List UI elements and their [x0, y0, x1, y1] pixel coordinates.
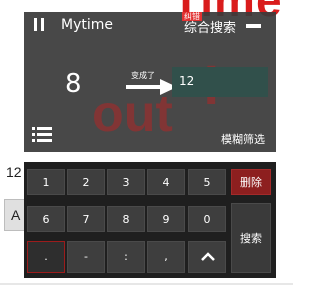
key-5[interactable]: 5 — [188, 169, 226, 195]
number-to: 12 — [179, 74, 195, 88]
search-button[interactable]: 搜索 — [231, 203, 271, 273]
fuzzy-filter-button[interactable]: 模糊筛选 — [221, 131, 265, 147]
delete-button[interactable]: 删除 — [231, 169, 271, 195]
key-7[interactable]: 7 — [67, 206, 105, 232]
key-9[interactable]: 9 — [147, 206, 185, 232]
key-dot[interactable]: . — [27, 241, 65, 273]
key-colon[interactable]: : — [107, 241, 145, 273]
key-1[interactable]: 1 — [27, 169, 65, 195]
key-0[interactable]: 0 — [188, 206, 226, 232]
app-title: Mytime — [61, 17, 113, 33]
converter-panel: out ! Mytime 纠错 综合搜索 8 变成了 12 模糊筛选 — [24, 12, 276, 152]
key-dash[interactable]: - — [67, 241, 105, 273]
collapse-keypad-button[interactable] — [188, 241, 226, 273]
chevron-up-icon — [201, 252, 215, 261]
result-box: 12 — [172, 67, 268, 97]
key-6[interactable]: 6 — [27, 206, 65, 232]
search-mode-selector[interactable]: 综合搜索 — [184, 17, 236, 36]
list-icon[interactable] — [32, 126, 52, 142]
key-8[interactable]: 8 — [107, 206, 145, 232]
key-3[interactable]: 3 — [107, 169, 145, 195]
arrow-icon — [126, 79, 177, 95]
pause-icon[interactable] — [34, 18, 44, 31]
key-comma[interactable]: , — [147, 241, 185, 273]
key-4[interactable]: 4 — [147, 169, 185, 195]
number-from: 8 — [65, 69, 82, 99]
keypad: 1 2 3 4 5 删除 6 7 8 9 0 搜索 . - : , — [24, 162, 276, 278]
minimize-icon[interactable] — [246, 24, 261, 28]
background-value: 12 — [6, 164, 22, 180]
key-2[interactable]: 2 — [67, 169, 105, 195]
